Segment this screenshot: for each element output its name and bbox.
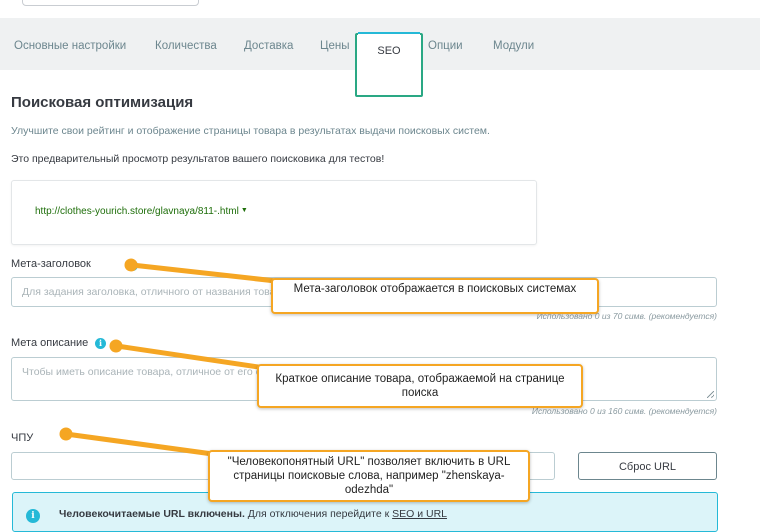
alert-bold-text: Человекочитаемые URL включены. xyxy=(59,508,245,520)
caret-down-icon: ▼ xyxy=(240,207,248,214)
callout-meta-description: Краткое описание товара, отображаемой на… xyxy=(257,364,583,408)
seo-section-title: Поисковая оптимизация xyxy=(11,94,194,111)
tab-shipping[interactable]: Доставка xyxy=(244,18,293,70)
alert-text: Человекочитаемые URL включены. Для отклю… xyxy=(59,508,447,520)
meta-title-label: Мета-заголовок xyxy=(11,258,91,270)
product-tabs: Основные настройки Количества Доставка Ц… xyxy=(0,18,760,97)
preview-url: http://clothes-yourich.store/glavnaya/81… xyxy=(35,206,248,217)
tab-seo[interactable]: SEO xyxy=(358,32,420,68)
tab-options[interactable]: Опции xyxy=(428,18,463,70)
tab-modules[interactable]: Модули xyxy=(493,18,534,70)
connector-dot-friendly-url xyxy=(59,427,73,441)
friendly-url-label: ЧПУ xyxy=(11,432,34,444)
seo-urls-link[interactable]: SEO и URL xyxy=(392,508,447,520)
info-icon[interactable]: i xyxy=(95,338,106,349)
reset-url-button[interactable]: Сброс URL xyxy=(578,452,717,480)
top-strip xyxy=(0,0,760,16)
info-icon: i xyxy=(26,509,40,523)
search-preview-box: http://clothes-yourich.store/glavnaya/81… xyxy=(11,180,537,245)
tab-quantities[interactable]: Количества xyxy=(155,18,217,70)
resize-grip-icon[interactable] xyxy=(707,391,714,398)
callout-friendly-url: "Человекопонятный URL" позволяет включит… xyxy=(208,450,530,502)
preview-note: Это предварительный просмотр результатов… xyxy=(11,153,385,165)
connector-dot-meta-description xyxy=(109,339,123,353)
alert-body-text: Для отключения перейдите к xyxy=(244,508,393,520)
info-icon[interactable]: i xyxy=(127,260,138,271)
preview-url-text: http://clothes-yourich.store/glavnaya/81… xyxy=(35,206,239,217)
seo-section-subtitle: Улучшите свои рейтинг и отображение стра… xyxy=(11,125,490,137)
tab-pricing[interactable]: Цены xyxy=(320,18,350,70)
meta-description-label: Мета описание xyxy=(11,337,89,349)
top-search-input[interactable] xyxy=(22,0,199,6)
tab-basic-settings[interactable]: Основные настройки xyxy=(14,18,126,70)
callout-meta-title: Мета-заголовок отображается в поисковых … xyxy=(271,278,599,314)
